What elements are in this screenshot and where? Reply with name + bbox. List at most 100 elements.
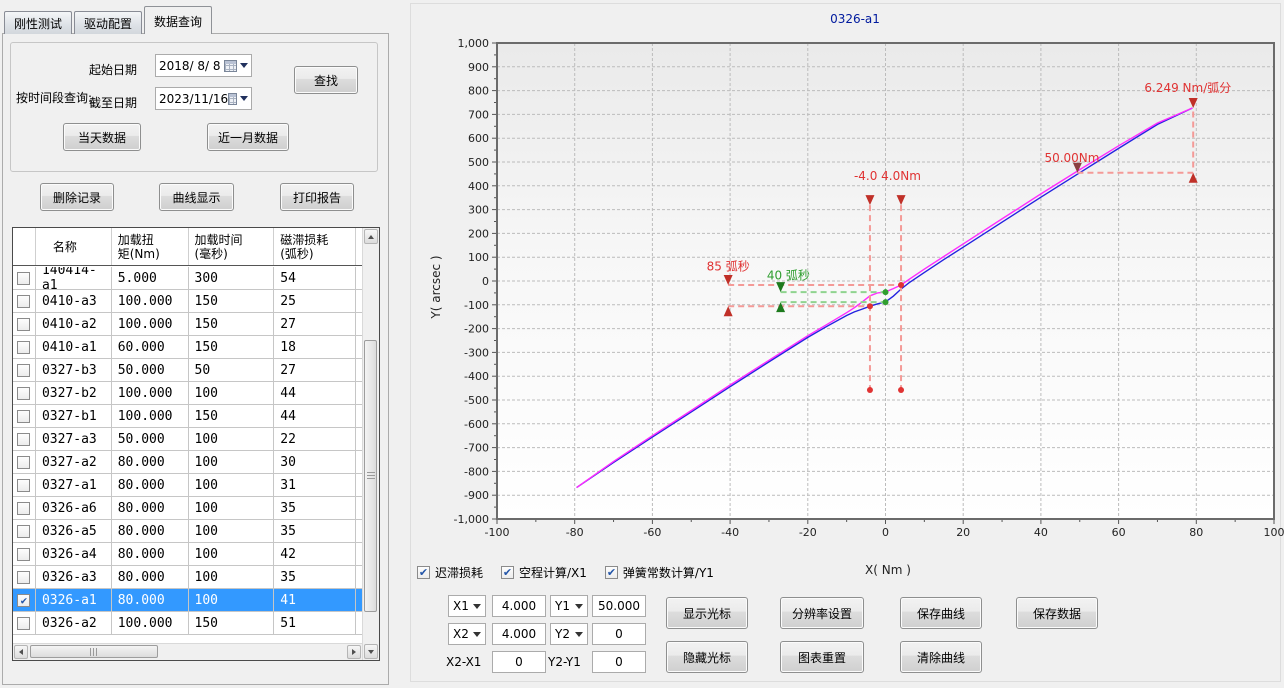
print-report-button[interactable]: 打印报告: [280, 183, 354, 211]
row-checkbox[interactable]: ✔: [13, 589, 36, 611]
start-date-picker[interactable]: 2018/ 8/ 8: [155, 54, 252, 77]
svg-text:600: 600: [468, 132, 489, 145]
checkbox-icon: [17, 410, 30, 423]
checkbox-icon: [17, 387, 30, 400]
table-row[interactable]: 0410-a160.00015018: [13, 336, 362, 359]
svg-text:-200: -200: [464, 323, 489, 336]
row-checkbox[interactable]: [13, 497, 36, 519]
chevron-down-icon[interactable]: [240, 63, 248, 68]
row-checkbox[interactable]: [13, 474, 36, 496]
calendar-icon[interactable]: [228, 93, 237, 105]
table-row[interactable]: 140414-a15.00030054: [13, 267, 362, 290]
x1-value-field[interactable]: 4.000: [492, 595, 546, 617]
dy-value-field[interactable]: 0: [592, 651, 646, 673]
cell-name: 0326-a1: [36, 589, 112, 611]
row-checkbox[interactable]: [13, 382, 36, 404]
x2-value-field[interactable]: 4.000: [492, 623, 546, 645]
cell-hysteresis-loss: 25: [274, 290, 356, 312]
delete-record-button[interactable]: 删除记录: [40, 183, 114, 211]
end-date-picker[interactable]: 2023/11/16: [155, 87, 252, 110]
app-window: 刚性测试 驱动配置 数据查询 按时间段查询: 起始日期 2018/ 8/ 8 截…: [0, 0, 1284, 688]
cell-torque: 80.000: [112, 589, 189, 611]
show-cursor-button[interactable]: 显示光标: [666, 597, 748, 629]
cell-torque: 80.000: [112, 543, 189, 565]
svg-text:200: 200: [468, 227, 489, 240]
chevron-down-icon[interactable]: [240, 96, 248, 101]
y1-value-field[interactable]: 50.000: [592, 595, 646, 617]
search-button[interactable]: 查找: [294, 66, 358, 94]
x2-dropdown[interactable]: X2: [448, 623, 486, 645]
scroll-left-button[interactable]: [14, 645, 28, 659]
scroll-up-button[interactable]: [364, 229, 378, 244]
curve-display-button[interactable]: 曲线显示: [159, 183, 234, 211]
dx-value-field[interactable]: 0: [492, 651, 546, 673]
vertical-scrollbar[interactable]: [362, 228, 379, 660]
table-row[interactable]: 0410-a2100.00015027: [13, 313, 362, 336]
header-hysteresis-loss[interactable]: 磁滞损耗(弧秒): [274, 228, 356, 265]
resolution-settings-button[interactable]: 分辨率设置: [780, 597, 864, 629]
option-checkbox-2[interactable]: ✔弹簧常数计算/Y1: [605, 564, 714, 581]
row-checkbox[interactable]: [13, 359, 36, 381]
svg-text:60: 60: [1112, 526, 1126, 539]
table-row[interactable]: 0327-b2100.00010044: [13, 382, 362, 405]
header-torque[interactable]: 加载扭矩(Nm): [112, 228, 189, 265]
arrow-up-icon: [368, 235, 374, 239]
table-row[interactable]: 0327-b350.0005027: [13, 359, 362, 382]
row-checkbox[interactable]: [13, 543, 36, 565]
last-month-data-button[interactable]: 近一月数据: [207, 123, 289, 151]
cell-torque: 100.000: [112, 612, 189, 634]
table-row[interactable]: 0326-a380.00010035: [13, 566, 362, 589]
row-checkbox[interactable]: [13, 520, 36, 542]
x1-dropdown[interactable]: X1: [448, 595, 486, 617]
chevron-down-icon: [473, 604, 481, 609]
chart-reset-button[interactable]: 图表重置: [780, 641, 864, 673]
table-row[interactable]: 0327-a350.00010022: [13, 428, 362, 451]
row-checkbox[interactable]: [13, 290, 36, 312]
tab-data-query[interactable]: 数据查询: [144, 6, 212, 34]
scroll-right-button[interactable]: [347, 645, 361, 659]
today-data-button[interactable]: 当天数据: [63, 123, 141, 151]
row-checkbox[interactable]: [13, 313, 36, 335]
table-row[interactable]: 0327-a280.00010030: [13, 451, 362, 474]
y2-value-field[interactable]: 0: [592, 623, 646, 645]
row-checkbox[interactable]: [13, 451, 36, 473]
clear-curve-button[interactable]: 清除曲线: [900, 641, 982, 673]
cell-load-time: 100: [189, 497, 275, 519]
y2-dropdown[interactable]: Y2: [550, 623, 588, 645]
horizontal-scrollbar[interactable]: [13, 643, 362, 660]
svg-text:-500: -500: [464, 394, 489, 407]
table-row[interactable]: 0410-a3100.00015025: [13, 290, 362, 313]
svg-text:-600: -600: [464, 418, 489, 431]
table-row[interactable]: 0327-a180.00010031: [13, 474, 362, 497]
table-row[interactable]: 0326-a480.00010042: [13, 543, 362, 566]
hide-cursor-button[interactable]: 隐藏光标: [666, 641, 748, 673]
table-row[interactable]: 0326-a2100.00015051: [13, 612, 362, 635]
svg-text:500: 500: [468, 156, 489, 169]
calendar-icon[interactable]: [224, 60, 237, 72]
row-checkbox[interactable]: [13, 428, 36, 450]
option-checkbox-1[interactable]: ✔空程计算/X1: [501, 564, 587, 581]
row-checkbox[interactable]: [13, 267, 36, 289]
row-checkbox[interactable]: [13, 405, 36, 427]
horizontal-scroll-thumb[interactable]: [30, 645, 158, 658]
cell-name: 0326-a5: [36, 520, 112, 542]
tab-drive-config[interactable]: 驱动配置: [74, 11, 142, 34]
header-load-time[interactable]: 加载时间(毫秒): [189, 228, 275, 265]
table-row[interactable]: 0326-a680.00010035: [13, 497, 362, 520]
save-curve-button[interactable]: 保存曲线: [900, 597, 982, 629]
svg-text:-800: -800: [464, 465, 489, 478]
vertical-scroll-thumb[interactable]: [364, 340, 377, 612]
table-row[interactable]: 0327-b1100.00015044: [13, 405, 362, 428]
table-row[interactable]: ✔0326-a180.00010041: [13, 589, 362, 612]
option-checkbox-0[interactable]: ✔迟滞损耗: [417, 564, 483, 581]
header-name[interactable]: 名称: [36, 228, 112, 265]
y1-dropdown[interactable]: Y1: [550, 595, 588, 617]
row-checkbox[interactable]: [13, 566, 36, 588]
table-row[interactable]: 0326-a580.00010035: [13, 520, 362, 543]
row-checkbox[interactable]: [13, 612, 36, 634]
save-data-button[interactable]: 保存数据: [1016, 597, 1098, 629]
tab-rigidity-test[interactable]: 刚性测试: [4, 11, 72, 34]
svg-text:700: 700: [468, 108, 489, 121]
scroll-down-button[interactable]: [364, 644, 378, 659]
row-checkbox[interactable]: [13, 336, 36, 358]
